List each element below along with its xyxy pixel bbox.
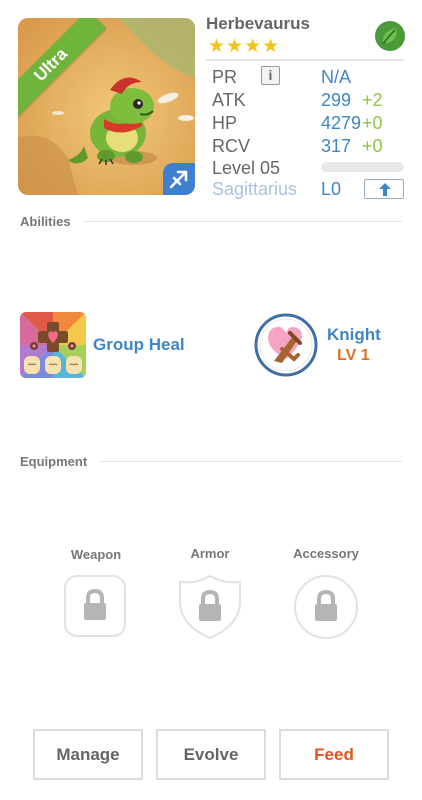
class-name: Knight (327, 325, 381, 344)
sagittarius-sign-icon (163, 163, 195, 195)
hp-bonus: +0 (362, 113, 383, 133)
armor-label: Armor (190, 546, 230, 561)
hp-value: 4279 (321, 113, 362, 133)
atk-value: 299 (321, 90, 352, 110)
manage-button[interactable]: Manage (33, 729, 143, 780)
knight-class-icon[interactable] (254, 313, 318, 377)
class-level: LV 1 (337, 347, 370, 364)
atk-bonus: +2 (362, 90, 383, 110)
leaf-icon (375, 21, 405, 51)
weapon-label: Weapon (70, 547, 122, 562)
info-icon[interactable]: i (261, 66, 280, 85)
accessory-label: Accessory (293, 546, 359, 561)
pr-label: PR (212, 67, 238, 87)
monster-portrait[interactable]: Ultra (18, 18, 195, 195)
feed-button[interactable]: Feed (279, 729, 389, 780)
evolve-button[interactable]: Evolve (156, 729, 266, 780)
weapon-slot-lock-icon[interactable] (63, 574, 127, 638)
accessory-slot-lock-icon[interactable] (293, 574, 359, 640)
group-heal-icon[interactable] (20, 312, 86, 378)
rcv-value: 317 (321, 136, 352, 156)
equipment-title: Equipment (20, 454, 88, 469)
hp-label: HP (212, 113, 238, 133)
ability-name: Group Heal (93, 335, 185, 354)
arrow-up-icon (379, 183, 391, 196)
abilities-divider (84, 221, 402, 222)
star-rating: ★★★★ (208, 36, 281, 57)
header-divider (206, 59, 404, 61)
level-label: Level 05 (212, 158, 281, 178)
armor-slot-lock-icon[interactable] (178, 574, 242, 640)
abilities-title: Abilities (20, 214, 71, 229)
equipment-divider (100, 461, 402, 462)
sign-upgrade-button[interactable] (364, 179, 404, 199)
rcv-label: RCV (212, 136, 251, 156)
level-progress-bar (321, 162, 404, 172)
sign-level: L0 (321, 179, 342, 199)
rcv-bonus: +0 (362, 136, 383, 156)
pr-value: N/A (321, 67, 352, 87)
atk-label: ATK (212, 90, 246, 110)
sign-label: Sagittarius (212, 179, 298, 199)
monster-name: Herbevaurus (206, 14, 310, 33)
